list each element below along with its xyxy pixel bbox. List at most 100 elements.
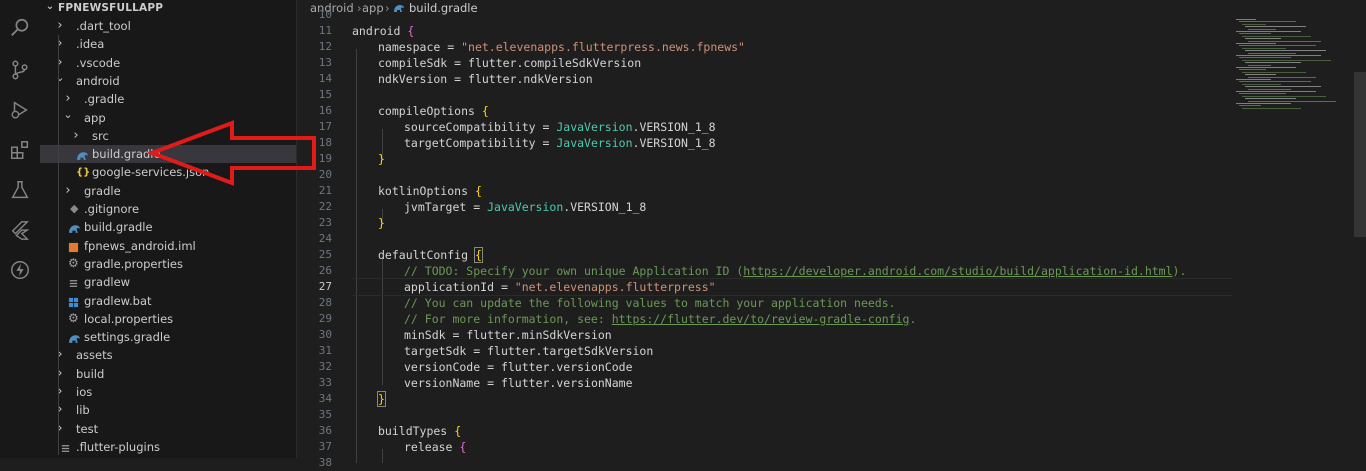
tree-item[interactable]: gradlew	[40, 273, 296, 291]
vertical-scrollbar-thumb[interactable]	[1354, 72, 1366, 237]
minimap-line	[1236, 91, 1316, 92]
code-line-18: targetCompatibility = JavaVersion.VERSIO…	[404, 136, 716, 150]
minimap[interactable]	[1236, 17, 1356, 458]
tree-item-label: .gitignore	[84, 202, 140, 216]
tree-item[interactable]: ⚙ local.properties	[40, 310, 296, 328]
tree-item[interactable]: .flutter-plugins	[40, 438, 296, 456]
tree-item[interactable]: build.gradle	[40, 218, 296, 236]
minimap-line	[1245, 74, 1276, 76]
tree-item-label: src	[92, 128, 109, 143]
flutter-icon[interactable]	[0, 212, 40, 248]
minimap-line	[1236, 79, 1271, 80]
minimap-line	[1248, 52, 1296, 54]
tree-item[interactable]: › assets	[40, 346, 296, 364]
indent-guide	[356, 49, 357, 463]
explorer-root-label: FPNEWSFULLAPP	[58, 2, 164, 14]
minimap-line	[1245, 86, 1321, 88]
minimap-line	[1236, 103, 1291, 104]
chevron-right-icon: ›	[57, 36, 63, 52]
tree-item-label: .gradle	[84, 92, 125, 107]
chevron-right-icon: ›	[57, 402, 63, 418]
code-line-25: defaultConfig {	[378, 247, 483, 263]
tree-item[interactable]: gradlew.bat	[40, 292, 296, 310]
minimap-line	[1239, 69, 1266, 71]
gitignore-icon: ◆	[70, 202, 79, 215]
tree-item[interactable]: ⚙ gradle.properties	[40, 255, 296, 273]
code-line-31: targetSdk = flutter.targetSdkVersion	[404, 344, 654, 358]
line-number: 38	[318, 456, 332, 469]
tree-item[interactable]: ◆ .gitignore	[40, 200, 296, 218]
minimap-line	[1248, 76, 1316, 78]
code-line-16: compileOptions {	[378, 104, 489, 118]
chevron-right-icon: ›	[57, 365, 63, 381]
minimap-line	[1239, 81, 1311, 83]
activity-bar	[0, 0, 41, 458]
line-number: 35	[318, 408, 332, 421]
code-line-13: compileSdk = flutter.compileSdkVersion	[378, 56, 642, 70]
minimap-line	[1248, 28, 1276, 30]
chevron-down-icon: ⌄	[55, 70, 65, 84]
line-number: 13	[318, 56, 332, 69]
code-editor[interactable]: android { namespace = "net.elevenapps.fl…	[352, 17, 1232, 463]
tree-item[interactable]: › .dart_tool	[40, 17, 296, 35]
tree-item-label: assets	[76, 348, 113, 363]
source-control-icon[interactable]	[0, 52, 40, 88]
minimap-line	[1236, 67, 1296, 68]
minimap-line	[1239, 57, 1291, 59]
tree-item-label: gradlew.bat	[84, 293, 152, 308]
code-line-17: sourceCompatibility = JavaVersion.VERSIO…	[404, 120, 716, 134]
explorer-sidebar: ⌄ FPNEWSFULLAPP › .dart_tool › .idea › .vscod…	[40, 0, 297, 458]
minimap-line	[1239, 33, 1271, 35]
chevron-right-icon: ›	[57, 347, 63, 363]
line-number: 12	[318, 40, 332, 53]
tree-item[interactable]: › test	[40, 420, 296, 438]
line-number: 25	[318, 248, 332, 261]
chevron-down-icon: ⌄	[63, 107, 73, 121]
code-line-14: ndkVersion = flutter.ndkVersion	[378, 72, 593, 86]
minimap-line	[1245, 62, 1301, 64]
line-number: 27	[318, 280, 332, 293]
minimap-line	[1236, 43, 1276, 44]
tree-item-label: build.gradle	[84, 220, 153, 235]
explorer-root-header[interactable]: ⌄ FPNEWSFULLAPP	[40, 0, 296, 17]
tree-item[interactable]: ⌄ android	[40, 70, 296, 90]
tree-item[interactable]: › lib	[40, 401, 296, 419]
line-number: 37	[318, 440, 332, 453]
minimap-line	[1242, 95, 1326, 97]
tree-indent-guide	[58, 35, 59, 455]
tree-item[interactable]: fpnews_android.iml	[40, 237, 296, 255]
minimap-line	[1242, 23, 1266, 25]
gradle-elephant-icon	[68, 331, 80, 343]
tree-item-label: fpnews_android.iml	[84, 238, 196, 253]
lightning-icon[interactable]	[0, 252, 40, 288]
search-icon[interactable]	[0, 10, 40, 46]
breadcrumb-build-gradle[interactable]: build.gradle	[409, 0, 478, 16]
run-debug-icon[interactable]	[0, 92, 40, 128]
tree-item[interactable]: settings.gradle	[40, 328, 296, 346]
line-number: 19	[318, 152, 332, 165]
indent-guide	[382, 449, 383, 463]
line-number: 24	[318, 232, 332, 245]
file-lines-icon	[68, 276, 80, 288]
gradle-elephant-icon	[76, 148, 88, 160]
tree-item[interactable]: › ios	[40, 383, 296, 401]
line-number: 26	[318, 264, 332, 277]
code-line-21: kotlinOptions {	[378, 184, 482, 198]
minimap-line	[1248, 88, 1291, 90]
tree-item[interactable]: › .idea	[40, 35, 296, 53]
chevron-down-icon: ⌄	[45, 1, 55, 12]
tree-item[interactable]: › .vscode	[40, 54, 296, 72]
line-number: 18	[318, 136, 332, 149]
extensions-icon[interactable]	[0, 132, 40, 168]
tree-item[interactable]: › .gradle	[40, 90, 296, 108]
file-lines-icon	[60, 441, 72, 453]
minimap-line	[1239, 21, 1296, 23]
line-number: 28	[318, 296, 332, 309]
minimap-line	[1248, 40, 1321, 42]
minimap-line	[1245, 50, 1326, 52]
tree-item-label: gradlew	[84, 275, 131, 290]
tree-item-label: .idea	[76, 37, 105, 52]
testing-flask-icon[interactable]	[0, 172, 40, 208]
code-line-34: }	[377, 391, 386, 407]
tree-item[interactable]: › build	[40, 365, 296, 383]
